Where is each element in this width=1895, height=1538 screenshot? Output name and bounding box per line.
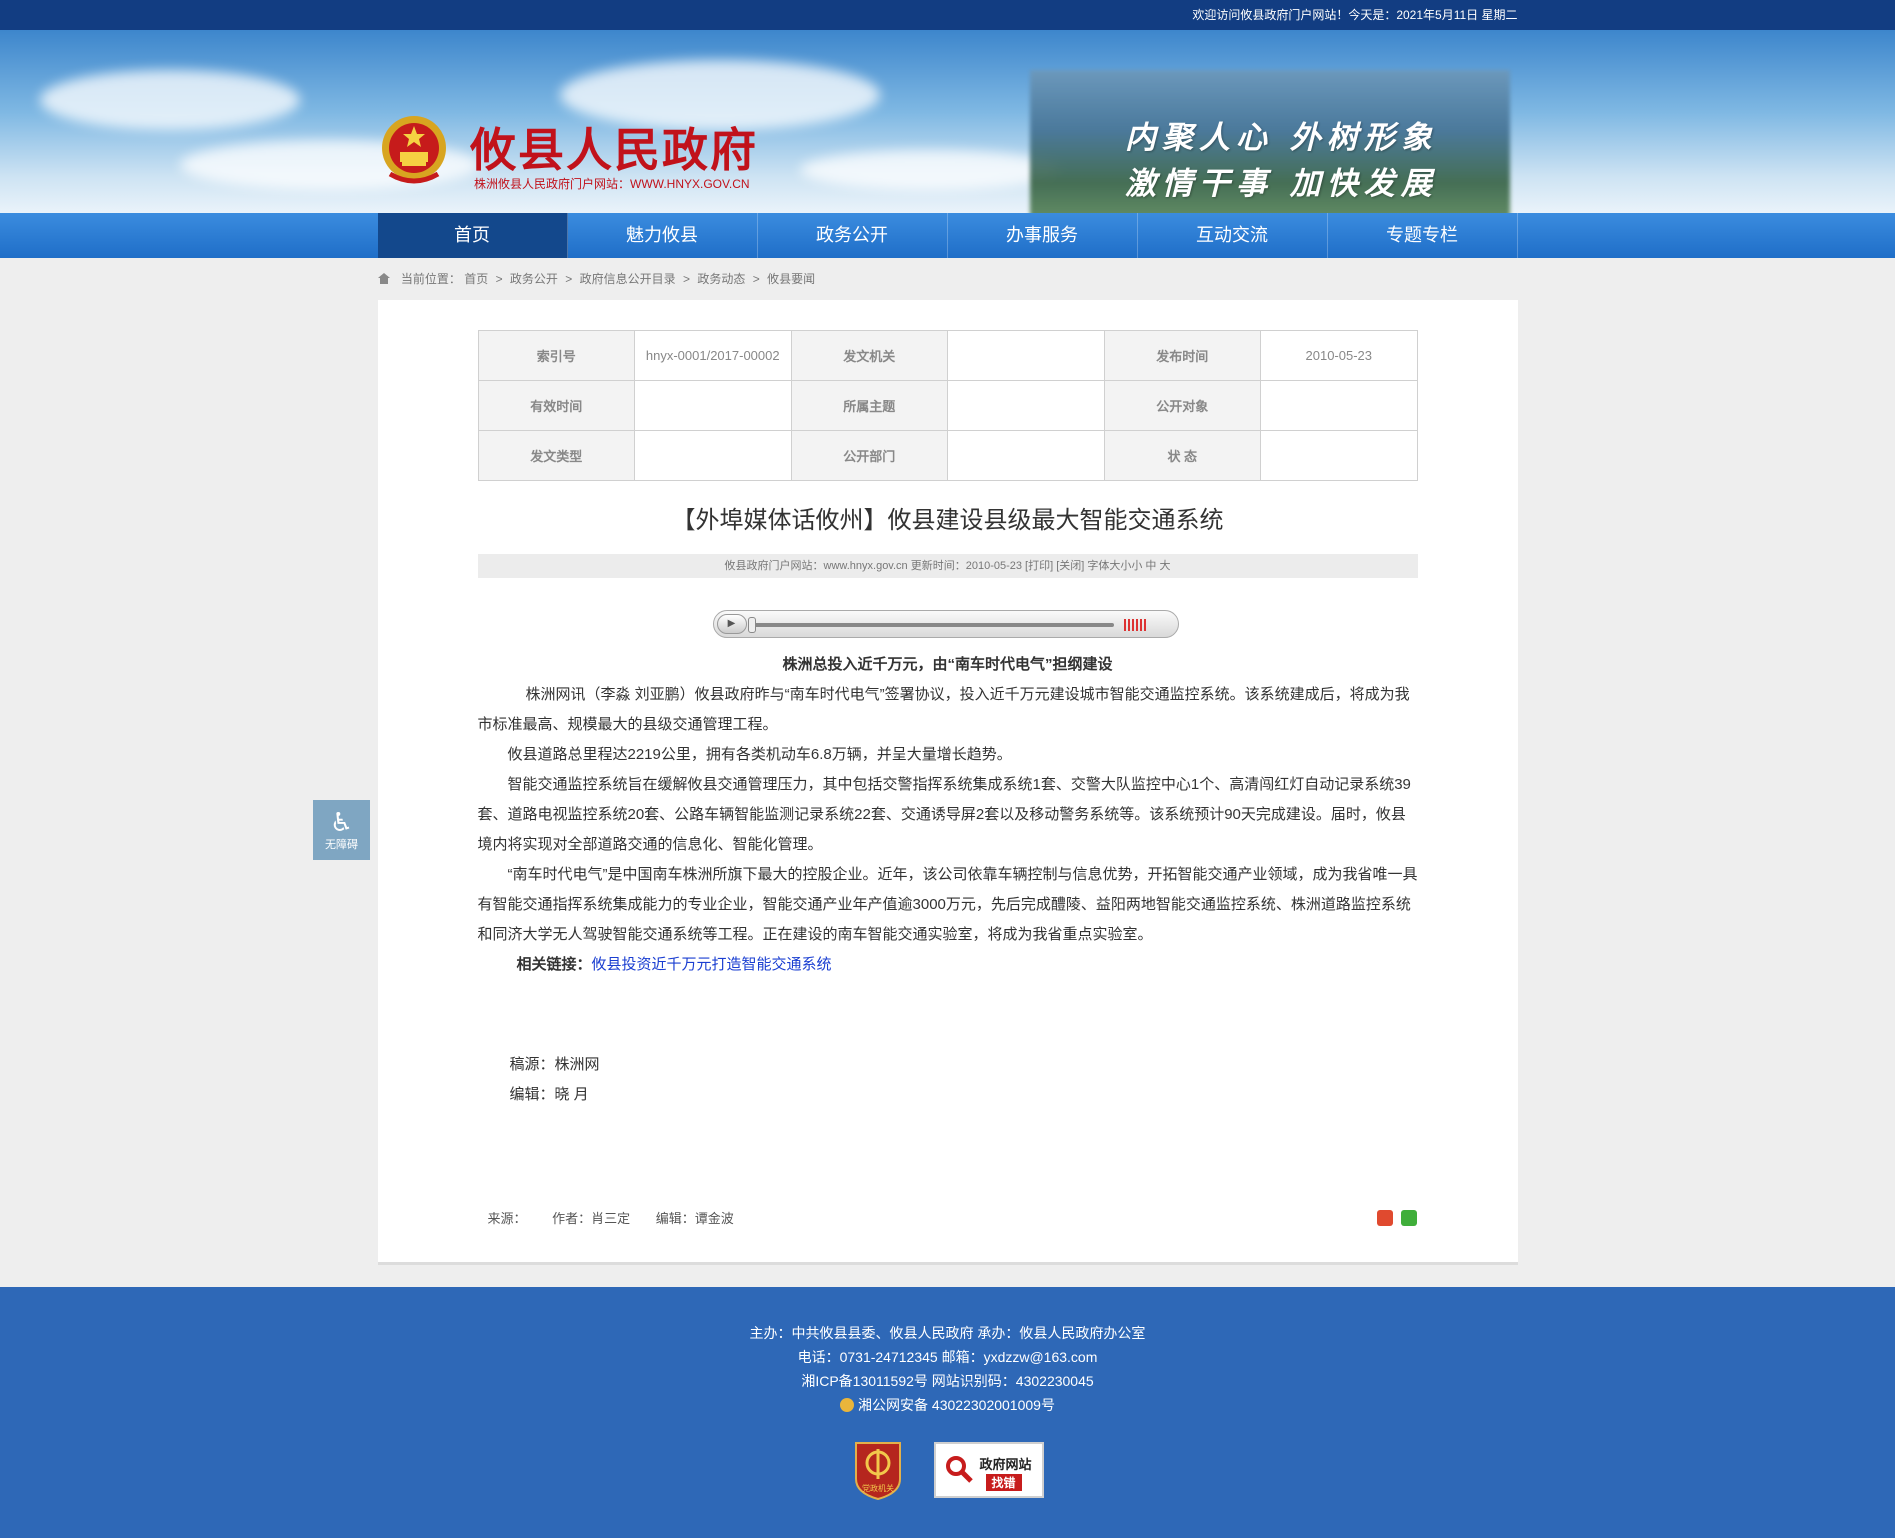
- paragraph: “南车时代电气”是中国南车株洲所旗下最大的控股企业。近年，该公司依靠车辆控制与信…: [477, 866, 1418, 943]
- meta-value: [947, 380, 1105, 431]
- site-subtitle: 株洲攸县人民政府门户网站：WWW.HNYX.GOV.CN: [474, 177, 750, 191]
- paragraph: 株洲网讯（李淼 刘亚鹏）攸县政府昨与“南车时代电气”签署协议，投入近千万元建设城…: [477, 686, 1410, 733]
- nav-interaction[interactable]: 互动交流: [1138, 213, 1328, 258]
- paragraph: 攸县道路总里程达2219公里，拥有各类机动车6.8万辆，并呈大量增长趋势。: [507, 746, 1012, 763]
- article-body: 株洲总投入近千万元，由“南车时代电气”担纲建设 株洲网讯（李淼 刘亚鹏）攸县政府…: [478, 650, 1418, 980]
- national-emblem-icon: [382, 116, 446, 184]
- breadcrumb-gov-affairs[interactable]: 政务公开: [510, 272, 558, 286]
- report-error-title: 政府网站: [979, 1457, 1032, 1472]
- audio-player: ▶: [712, 610, 1179, 638]
- progress-handle[interactable]: [747, 617, 756, 633]
- volume-icon[interactable]: [1123, 619, 1148, 631]
- meta-key: 所属主题: [790, 380, 948, 431]
- meta-key: 发文机关: [790, 330, 948, 381]
- meta-value: [1260, 430, 1418, 481]
- weibo-share-icon[interactable]: [1376, 1210, 1393, 1226]
- article-subtitle: 株洲总投入近千万元，由“南车时代电气”担纲建设: [782, 656, 1113, 673]
- meta-key: 有效时间: [477, 380, 635, 431]
- meta-key: 索引号: [477, 330, 635, 381]
- breadcrumb-gov-news[interactable]: 政务动态: [697, 272, 745, 286]
- top-bar: 欢迎访问攸县政府门户网站！今天是：2021年5月11日 星期二: [0, 0, 1895, 30]
- related-label: 相关链接：: [516, 956, 592, 973]
- breadcrumb-home[interactable]: 首页: [464, 272, 488, 286]
- related-link[interactable]: 攸县投资近千万元打造智能交通系统: [592, 956, 832, 973]
- meta-value: 2010-05-23: [1260, 330, 1418, 381]
- slogan-line-2: 激情干事 加快发展: [1125, 166, 1438, 202]
- article-title: 【外埠媒体话攸州】攸县建设县级最大智能交通系统: [671, 507, 1224, 534]
- meta-value: [634, 430, 792, 481]
- footer-contact: 电话：0731-24712345 邮箱：yxdzzw@163.com: [797, 1349, 1098, 1365]
- report-error-badge[interactable]: 政府网站 找错: [933, 1442, 1044, 1498]
- share-buttons: [1373, 1210, 1417, 1231]
- nav-home[interactable]: 首页: [377, 213, 568, 258]
- related-links: 相关链接：攸县投资近千万元打造智能交通系统: [478, 950, 1418, 980]
- accessibility-button[interactable]: ♿ 无障碍: [313, 800, 370, 860]
- party-government-badge-icon[interactable]: 党政机关: [852, 1439, 904, 1501]
- magnifier-icon: [945, 1456, 973, 1483]
- site-footer: 主办：中共攸县县委、攸县人民政府 承办：攸县人民政府办公室 电话：0731-24…: [0, 1287, 1895, 1538]
- badge-label: 党政机关: [862, 1483, 894, 1493]
- meta-value: [634, 380, 792, 431]
- accessibility-label: 无障碍: [325, 839, 358, 851]
- footer-editor: 编辑：谭金波: [655, 1211, 734, 1226]
- footer-source: 来源：: [487, 1211, 527, 1226]
- meta-key: 状 态: [1103, 430, 1261, 481]
- nav-special-topics[interactable]: 专题专栏: [1328, 213, 1518, 258]
- editor-line: 编辑：晓 月: [509, 1086, 589, 1103]
- meta-key: 发布时间: [1103, 330, 1261, 381]
- meta-value: [1260, 380, 1418, 431]
- breadcrumb-info-catalog[interactable]: 政府信息公开目录: [580, 272, 676, 286]
- header-banner: 内聚人心 外树形象 激情干事 加快发展 攸县人民政府 株洲攸县人民政府门户网站：…: [0, 30, 1895, 213]
- meta-value: [947, 430, 1105, 481]
- meta-value: hnyx-0001/2017-00002: [634, 330, 792, 381]
- police-record-text: 湘公网安备 43022302001009号: [858, 1397, 1055, 1413]
- play-button[interactable]: ▶: [716, 614, 747, 634]
- breadcrumb-prefix: 当前位置：: [400, 272, 461, 286]
- article-source-block: 稿源：株洲网 编辑：晓 月: [510, 1050, 600, 1110]
- article-footer-info: 来源： 作者：肖三定 编辑：谭金波: [488, 1208, 756, 1227]
- wechat-share-icon[interactable]: [1400, 1210, 1417, 1226]
- document-meta-table: 索引号 hnyx-0001/2017-00002 发文机关 发布时间 2010-…: [477, 330, 1418, 481]
- meta-key: 公开对象: [1103, 380, 1261, 431]
- progress-track[interactable]: [753, 623, 1114, 627]
- footer-sponsor: 主办：中共攸县县委、攸县人民政府 承办：攸县人民政府办公室: [749, 1325, 1146, 1341]
- wheelchair-icon: ♿: [329, 807, 354, 837]
- meta-key: 公开部门: [790, 430, 948, 481]
- nav-services[interactable]: 办事服务: [948, 213, 1138, 258]
- article-info-bar: 攸县政府门户网站：www.hnyx.gov.cn 更新时间：2010-05-23…: [477, 554, 1418, 578]
- police-badge-icon: [840, 1398, 855, 1412]
- site-title: 攸县人民政府: [470, 123, 758, 177]
- nav-charm-youxian[interactable]: 魅力攸县: [568, 213, 758, 258]
- article-container: 索引号 hnyx-0001/2017-00002 发文机关 发布时间 2010-…: [377, 300, 1518, 1265]
- nav-government-affairs[interactable]: 政务公开: [758, 213, 948, 258]
- source-line: 稿源：株洲网: [509, 1056, 600, 1073]
- report-error-label: 找错: [985, 1474, 1022, 1491]
- breadcrumb-county-news[interactable]: 攸县要闻: [767, 272, 815, 286]
- meta-key: 发文类型: [477, 430, 635, 481]
- footer-author: 作者：肖三定: [552, 1211, 631, 1226]
- paragraph: 智能交通监控系统旨在缓解攸县交通管理压力，其中包括交警指挥系统集成系统1套、交警…: [477, 776, 1411, 853]
- slogan-line-1: 内聚人心 外树形象: [1125, 120, 1438, 156]
- breadcrumb: 当前位置： 首页 > 政务公开 > 政府信息公开目录 > 政务动态 > 攸县要闻: [377, 258, 1518, 300]
- welcome-text: 欢迎访问攸县政府门户网站！今天是：2021年5月11日 星期二: [1192, 8, 1518, 22]
- meta-value: [947, 330, 1105, 381]
- main-nav: 首页 魅力攸县 政务公开 办事服务 互动交流 专题专栏: [0, 213, 1895, 258]
- home-icon: [377, 273, 390, 284]
- footer-icp[interactable]: 湘ICP备13011592号 网站识别码：4302230045: [0, 1369, 1895, 1393]
- footer-police-record[interactable]: 湘公网安备 43022302001009号: [0, 1393, 1895, 1417]
